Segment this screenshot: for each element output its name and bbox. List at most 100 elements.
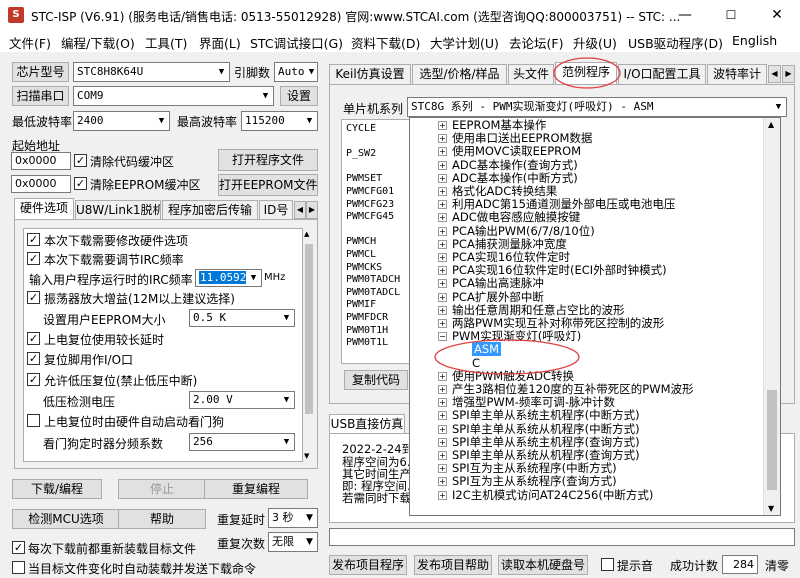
publish-project-program-button[interactable]: 发布项目程序 — [329, 555, 407, 575]
scan-port-button[interactable]: 扫描串口 — [12, 86, 69, 106]
tree-item[interactable]: + ADC做电容感应触摸按键 — [438, 211, 580, 224]
long-reset-delay-checkbox[interactable]: ✓ — [27, 332, 40, 345]
settings-button[interactable]: 设置 — [280, 86, 318, 106]
expand-icon[interactable]: + — [438, 173, 447, 183]
tree-item[interactable]: + ADC基本操作(查询方式) — [438, 158, 578, 172]
tree-item[interactable]: + PCA输出PWM(6/7/8/10位) — [438, 224, 595, 238]
osc-gain-checkbox[interactable]: ✓ — [27, 291, 40, 304]
tab-hardware-options[interactable]: 硬件选项 — [14, 198, 74, 220]
expand-icon[interactable]: + — [438, 490, 447, 500]
reset-pin-io-checkbox[interactable]: ✓ — [27, 352, 40, 365]
tab-scroll-left-icon[interactable]: ◀ — [768, 65, 781, 83]
tree-scrollbar[interactable]: ▲ ▼ — [763, 118, 780, 515]
menu-usb-driver[interactable]: USB驱动程序(D) — [628, 33, 723, 52]
tab-io-config-tool[interactable]: I/O口配置工具 — [618, 64, 706, 84]
scroll-down-icon[interactable]: ▼ — [304, 452, 309, 460]
expand-icon[interactable]: + — [438, 160, 447, 170]
expand-icon[interactable]: + — [438, 385, 447, 394]
tab-header-files[interactable]: 头文件 — [508, 64, 554, 84]
irc-frequency-select[interactable]: 11.0592 ▼ — [195, 269, 262, 287]
menu-interface[interactable]: 界面(L) — [199, 33, 241, 52]
menu-university[interactable]: 大学计划(U) — [430, 33, 499, 52]
code-start-address-input[interactable]: 0x0000 — [11, 152, 71, 170]
expand-icon[interactable]: + — [438, 187, 447, 196]
tree-item[interactable]: + 使用串口送出EEPROM数据 — [438, 132, 592, 145]
pin-count-select[interactable]: Auto ▼ — [274, 62, 318, 82]
tab-scroll-right-icon[interactable]: ▶ — [782, 65, 795, 83]
tab-usb-direct-sim[interactable]: USB直接仿真 — [329, 414, 405, 434]
scrollbar-thumb[interactable] — [767, 390, 777, 490]
tab-scroll-left-icon[interactable]: ◀ — [294, 201, 306, 219]
tree-item[interactable]: + 增强型PWM-频率可调-脉冲计数 — [438, 396, 615, 409]
menu-forum[interactable]: 去论坛(F) — [509, 33, 563, 52]
auto-watchdog-checkbox[interactable] — [27, 414, 40, 427]
tree-item[interactable]: + 使用MOVC读取EEPROM — [438, 145, 581, 158]
tab-baud-calc[interactable]: 波特率计 — [707, 64, 767, 84]
min-baud-select[interactable]: 2400 ▼ — [73, 111, 170, 131]
expand-icon[interactable]: + — [438, 305, 447, 315]
max-baud-select[interactable]: 115200 ▼ — [241, 111, 318, 131]
tab-u8w-link1[interactable]: U8W/Link1脱机 — [75, 200, 161, 220]
expand-icon[interactable]: + — [438, 134, 447, 144]
expand-icon[interactable]: + — [438, 147, 447, 157]
menu-stc-debug[interactable]: STC调试接口(G) — [250, 33, 343, 52]
menu-english[interactable]: English — [732, 33, 777, 48]
expand-icon[interactable]: + — [438, 266, 447, 276]
repeat-delay-select[interactable]: 3 秒 ▼ — [268, 508, 318, 528]
clear-code-buffer-checkbox[interactable]: ✓ — [74, 154, 87, 167]
expand-icon[interactable]: + — [438, 239, 447, 249]
modify-hw-options-checkbox[interactable]: ✓ — [27, 233, 40, 246]
expand-icon[interactable]: + — [438, 437, 447, 447]
tree-item[interactable]: + SPI互为主从系统程序(中断方式) — [438, 462, 617, 475]
repeat-count-select[interactable]: 无限 ▼ — [268, 532, 318, 552]
eeprom-size-select[interactable]: 0.5 K ▼ — [189, 309, 295, 327]
open-eeprom-file-button[interactable]: 打开EEPROM文件 — [218, 174, 318, 196]
detect-mcu-button[interactable]: 检测MCU选项 — [12, 509, 120, 529]
scroll-down-icon[interactable]: ▼ — [768, 504, 774, 513]
menu-doc-download[interactable]: 资料下载(D) — [351, 33, 420, 52]
minimize-button[interactable]: — — [662, 0, 708, 30]
port-select[interactable]: COM9 ▼ — [73, 86, 274, 106]
scrollbar-thumb[interactable] — [305, 244, 313, 414]
scroll-up-icon[interactable]: ▲ — [768, 120, 774, 129]
low-voltage-reset-checkbox[interactable]: ✓ — [27, 373, 40, 386]
tab-keil-sim[interactable]: Keil仿真设置 — [329, 64, 411, 84]
expand-icon[interactable]: + — [438, 292, 447, 302]
chip-model-button[interactable]: 芯片型号 — [12, 62, 69, 82]
expand-icon[interactable]: + — [438, 477, 447, 487]
tree-item[interactable]: + PCA输出高速脉冲 — [438, 277, 544, 290]
watchdog-prescaler-select[interactable]: 256 ▼ — [189, 433, 295, 451]
reload-before-download-checkbox[interactable]: ✓ — [12, 541, 25, 554]
expand-icon[interactable]: + — [438, 411, 447, 421]
tree-item[interactable]: + SPI单主单从系统主机程序(中断方式) — [438, 409, 640, 422]
expand-icon[interactable]: + — [438, 279, 447, 289]
clear-eeprom-buffer-checkbox[interactable]: ✓ — [74, 177, 87, 190]
tab-selection-price[interactable]: 选型/价格/样品 — [412, 64, 507, 84]
hw-options-scrollbar[interactable]: ▲ ▼ — [303, 228, 315, 462]
expand-icon[interactable]: + — [438, 398, 447, 408]
mcu-series-select[interactable]: STC8G 系列 - PWM实现渐变灯(呼吸灯) - ASM ▼ — [407, 97, 787, 117]
read-disk-serial-button[interactable]: 读取本机硬盘号 — [498, 555, 588, 575]
expand-icon[interactable]: + — [438, 451, 447, 460]
repeat-program-button[interactable]: 重复编程 — [204, 479, 308, 499]
chip-model-select[interactable]: STC8H8K64U ▼ — [73, 62, 230, 82]
menu-program-download[interactable]: 编程/下载(O) — [61, 33, 135, 52]
help-button[interactable]: 帮助 — [118, 509, 206, 529]
tree-item[interactable]: + SPI互为主从系统程序(查询方式) — [438, 475, 617, 488]
expand-icon[interactable]: + — [438, 319, 447, 328]
copy-code-button[interactable]: 复制代码 — [344, 370, 408, 390]
beep-checkbox[interactable] — [601, 558, 614, 571]
expand-icon[interactable]: + — [438, 213, 447, 223]
tree-item[interactable]: + I2C主机模式访问AT24C256(中断方式) — [438, 488, 653, 502]
download-program-button[interactable]: 下载/编程 — [12, 479, 102, 499]
tree-item[interactable]: + PCA扩展外部中断 — [438, 290, 544, 304]
adjust-irc-checkbox[interactable]: ✓ — [27, 252, 40, 265]
stop-button[interactable]: 停止 — [118, 479, 206, 499]
tree-item[interactable]: + SPI单主单从系统从机程序(中断方式) — [438, 422, 640, 436]
tree-item[interactable]: + 利用ADC第15通道测量外部电压或电池电压 — [438, 198, 675, 211]
expand-icon[interactable]: + — [438, 200, 447, 210]
clear-count-button[interactable]: 清零 — [765, 557, 789, 574]
tree-item[interactable]: + PCA捕获测量脉冲宽度 — [438, 237, 567, 251]
tree-item[interactable]: + PCA实现16位软件定时(ECI外部时钟模式) — [438, 264, 667, 277]
expand-icon[interactable]: + — [438, 121, 447, 130]
